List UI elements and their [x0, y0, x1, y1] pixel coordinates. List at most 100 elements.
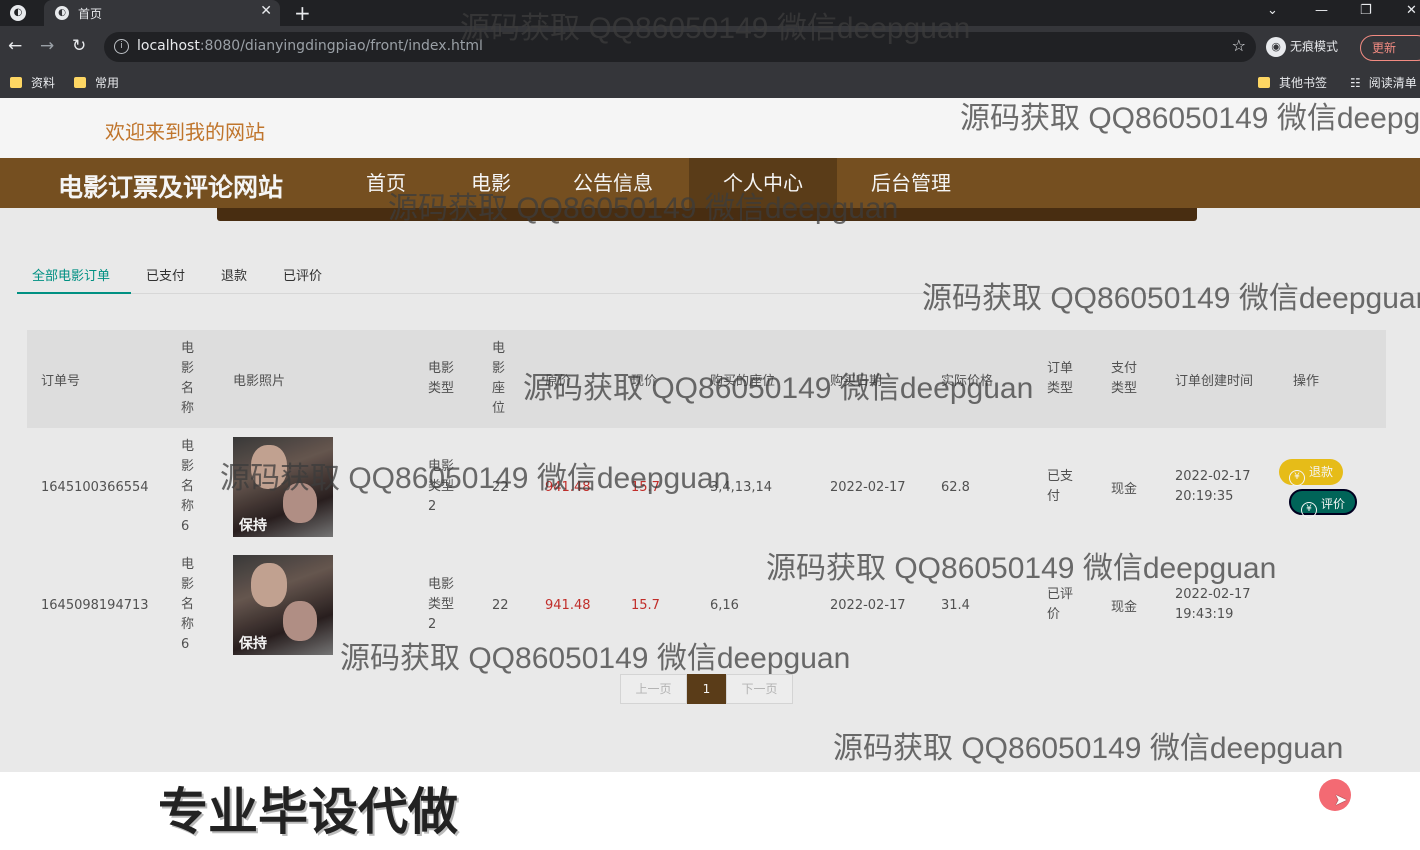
movie-type: 电影类型2 [428, 577, 455, 632]
col-order-type: 订单类型 [1033, 330, 1097, 428]
nav-admin[interactable]: 后台管理 [858, 158, 964, 208]
tab-search-icon[interactable]: ⌄ [1267, 3, 1278, 18]
folder-icon [1258, 77, 1270, 88]
incognito-label: 无痕模式 [1290, 39, 1339, 54]
web-page: 欢迎来到我的网站 电影订票及评论网站 首页 电影 公告信息 个人中心 后台管理 … [0, 98, 1420, 850]
back-icon[interactable]: ← [8, 36, 22, 56]
yuan-icon: ¥ [1289, 470, 1305, 486]
tab-reviewed[interactable]: 已评价 [283, 265, 322, 284]
tab-paid[interactable]: 已支付 [146, 265, 185, 284]
actions-cell: ¥ 退款 ¥ 评价 [1279, 428, 1386, 546]
minimize-icon[interactable]: — [1315, 3, 1328, 18]
reading-list[interactable]: ☷ 阅读清单 [1350, 74, 1417, 91]
col-seat: 电影座位 [478, 330, 531, 428]
folder-icon [74, 77, 86, 88]
forward-icon[interactable]: → [40, 36, 54, 56]
site-title: 电影订票及评论网站 [58, 173, 284, 202]
current-price: 15.7 [631, 597, 660, 613]
main-navbar: 电影订票及评论网站 首页 电影 公告信息 个人中心 后台管理 [0, 158, 1420, 208]
movie-name: 电影名称6 [181, 439, 195, 534]
tab-refund[interactable]: 退款 [221, 265, 247, 284]
mouse-cursor-icon: ➤ [1334, 790, 1348, 809]
col-created: 订单创建时间 [1161, 330, 1279, 428]
nav-notices[interactable]: 公告信息 [560, 158, 666, 208]
address-bar: ← → ↻ i localhost:8080/dianyingdingpiao/… [0, 26, 1420, 68]
pay-type: 现金 [1111, 481, 1138, 497]
close-window-icon[interactable]: ✕ [1406, 3, 1417, 18]
promo-text: 专业毕设代做 [158, 783, 458, 841]
next-page-button[interactable]: 下一页 [726, 674, 793, 704]
new-tab-icon[interactable]: + [294, 1, 311, 25]
movie-poster-image[interactable]: 保持 [233, 555, 333, 655]
movie-photo-cell: 保持 [219, 428, 414, 546]
url-host: localhost [137, 38, 200, 54]
nav-dropdown-bar [217, 208, 1197, 221]
movie-seat: 22 [492, 597, 509, 613]
movie-seat: 22 [492, 479, 509, 495]
tab-title: 首页 [78, 7, 103, 21]
update-button[interactable]: 更新 [1360, 35, 1420, 61]
incognito-indicator[interactable]: ◉ 无痕模式 [1266, 37, 1338, 57]
bookmark-folder[interactable]: 常用 [74, 74, 119, 91]
welcome-text: 欢迎来到我的网站 [105, 120, 265, 144]
page-number-current[interactable]: 1 [687, 674, 726, 704]
col-movie-type: 电影类型 [414, 330, 478, 428]
browser-tab[interactable]: ◐ 首页 ✕ [44, 0, 280, 26]
order-type: 已支付 [1047, 469, 1074, 504]
bookmark-folder[interactable]: 资料 [10, 74, 55, 91]
tab-all-orders[interactable]: 全部电影订单 [32, 265, 110, 284]
folder-icon [10, 77, 22, 88]
purchase-date: 2022-02-17 [830, 479, 906, 495]
purchase-date: 2022-02-17 [830, 597, 906, 613]
current-price: 15.7 [631, 479, 660, 495]
original-price: 941.48 [545, 597, 591, 613]
col-price: 现价 [617, 330, 696, 428]
reload-icon[interactable]: ↻ [72, 36, 86, 56]
incognito-icon: ◉ [1266, 37, 1286, 57]
col-seats-bought: 购买的座位 [696, 330, 816, 428]
refund-button[interactable]: ¥ 退款 [1279, 459, 1344, 486]
col-movie-name: 电影名称 [167, 330, 219, 428]
movie-poster-image[interactable]: 保持 [233, 437, 333, 537]
prev-page-button[interactable]: 上一页 [620, 674, 687, 704]
order-panel: 全部电影订单 已支付 退款 已评价 订单号 电影名称 电影照片 电影类型 电影座… [0, 208, 1420, 772]
restore-icon[interactable]: ❐ [1360, 3, 1372, 18]
order-no: 1645098194713 [41, 597, 149, 613]
review-button[interactable]: ¥ 评价 [1289, 489, 1358, 518]
table-header-row: 订单号 电影名称 电影照片 电影类型 电影座位 原价 现价 购买的座位 购买日期… [27, 330, 1386, 428]
actual-price: 62.8 [941, 479, 970, 495]
other-bookmarks[interactable]: 其他书签 [1258, 74, 1327, 91]
active-tab-indicator [17, 292, 131, 294]
original-price: 941.48 [545, 479, 591, 495]
nav-movies[interactable]: 电影 [452, 158, 530, 208]
site-info-icon[interactable]: i [114, 39, 129, 54]
promo-banner: 专业毕设代做 ➤ [0, 772, 1420, 850]
close-tab-icon[interactable]: ✕ [260, 3, 272, 19]
actual-price: 31.4 [941, 597, 970, 613]
created-time: 2022-02-17 20:19:35 [1175, 469, 1251, 504]
movie-type: 电影类型2 [428, 459, 455, 514]
bookmarks-bar: 资料 常用 其他书签 ☷ 阅读清单 [0, 68, 1420, 98]
actions-cell [1279, 546, 1386, 664]
seats-bought: 6,16 [710, 597, 739, 613]
created-time: 2022-02-17 19:43:19 [1175, 587, 1251, 622]
col-pay-type: 支付类型 [1097, 330, 1161, 428]
browser-menu-icon[interactable]: ◐ [10, 5, 26, 21]
browser-tab-bar: ◐ ◐ 首页 ✕ + ⌄ — ❐ ✕ [0, 0, 1420, 26]
col-actual-price: 实际价格 [927, 330, 1033, 428]
movie-photo-cell: 保持 [219, 546, 414, 664]
nav-home[interactable]: 首页 [350, 158, 422, 208]
pay-type: 现金 [1111, 599, 1138, 615]
col-actions: 操作 [1279, 330, 1386, 428]
table-row: 1645100366554 电影名称6 保持 电影类型2 22 941.48 1… [27, 428, 1386, 546]
table-row: 1645098194713 电影名称6 保持 电影类型2 22 941.48 1… [27, 546, 1386, 664]
nav-personal-center[interactable]: 个人中心 [689, 158, 837, 208]
url-input[interactable]: i localhost:8080/dianyingdingpiao/front/… [104, 32, 1256, 62]
col-date: 购买日期 [816, 330, 927, 428]
bookmark-star-icon[interactable]: ☆ [1232, 36, 1246, 55]
col-orig-price: 原价 [531, 330, 617, 428]
order-no: 1645100366554 [41, 479, 149, 495]
order-tabs: 全部电影订单 已支付 退款 已评价 [17, 254, 1420, 294]
globe-icon: ◐ [55, 6, 69, 20]
seats-bought: 3,4,13,14 [710, 479, 773, 495]
